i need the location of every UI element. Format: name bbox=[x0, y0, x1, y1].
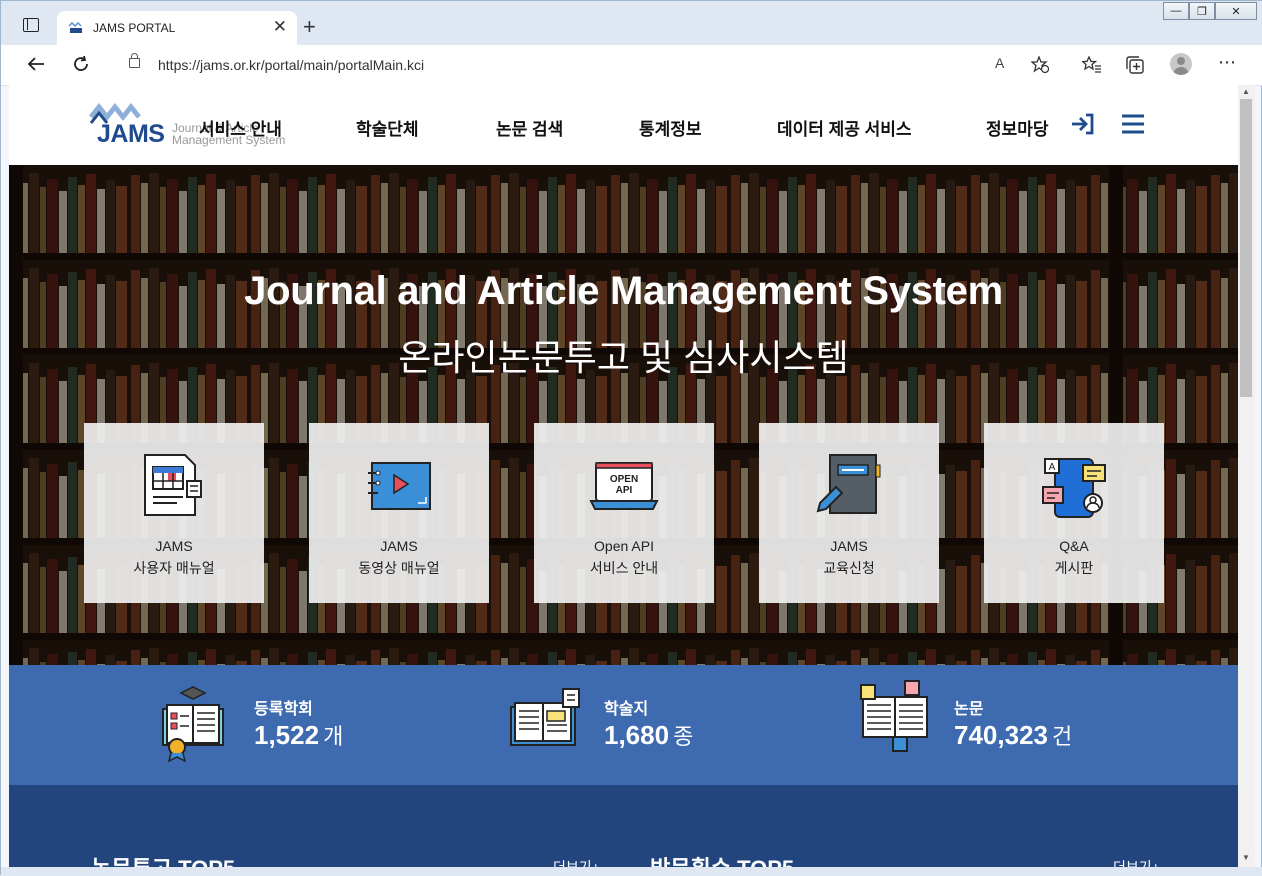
scroll-down-arrow-icon[interactable]: ▼ bbox=[1242, 853, 1250, 862]
card-subtitle: 서비스 안내 bbox=[589, 560, 659, 576]
url-text[interactable]: https://jams.or.kr/portal/main/portalMai… bbox=[158, 57, 424, 73]
tab-bar: JAMS PORTAL ✕ + — ❐ ✕ bbox=[1, 1, 1262, 45]
card-subtitle: 동영상 매뉴얼 bbox=[358, 560, 440, 576]
journal-icon bbox=[510, 688, 580, 746]
card-title: Q&A bbox=[1059, 538, 1089, 554]
browser-tab[interactable]: JAMS PORTAL ✕ bbox=[57, 11, 297, 45]
address-toolbar: https://jams.or.kr/portal/main/portalMai… bbox=[1, 45, 1262, 86]
read-aloud-icon[interactable]: A bbox=[995, 55, 1004, 71]
favorites-icon[interactable] bbox=[1082, 56, 1102, 74]
lock-icon[interactable] bbox=[129, 53, 140, 68]
scrollbar-thumb[interactable] bbox=[1240, 99, 1252, 397]
manual-icon bbox=[144, 454, 202, 516]
card-subtitle: 사용자 매뉴얼 bbox=[133, 560, 215, 576]
nav-paper-search[interactable]: 논문 검색 bbox=[496, 115, 563, 140]
video-icon bbox=[368, 462, 431, 510]
close-window-button[interactable]: ✕ bbox=[1215, 2, 1257, 20]
nav-data-service[interactable]: 데이터 제공 서비스 bbox=[777, 115, 912, 140]
scroll-up-arrow-icon[interactable]: ▲ bbox=[1242, 87, 1250, 96]
stat-label: 논문 bbox=[954, 701, 984, 718]
submission-top5-title: 논문투고 TOP5 bbox=[91, 851, 235, 867]
svg-text:A: A bbox=[1049, 462, 1056, 473]
more-menu-icon[interactable]: ⋯ bbox=[1218, 52, 1236, 73]
logo-text: JAMS bbox=[97, 120, 165, 148]
submission-more-link[interactable]: 더보기+ bbox=[553, 857, 600, 867]
nav-info-board[interactable]: 정보마당 bbox=[986, 115, 1049, 140]
browser-window: JAMS PORTAL ✕ + — ❐ ✕ https://jams.or.kr… bbox=[0, 0, 1262, 876]
stat-value: 740,323 건 bbox=[954, 720, 1073, 750]
open-api-icon: OPEN API bbox=[589, 462, 659, 510]
visit-more-link[interactable]: 더보기+ bbox=[1113, 857, 1160, 867]
back-arrow-icon[interactable] bbox=[27, 56, 45, 72]
login-icon[interactable] bbox=[1070, 113, 1096, 135]
paper-icon bbox=[860, 680, 928, 752]
nav-academic-societies[interactable]: 학술단체 bbox=[356, 115, 419, 140]
nav-service-guide[interactable]: 서비스 안내 bbox=[199, 115, 282, 140]
top5-section: 논문투고 TOP5 더보기+ 방문횟수 TOP5 더보기+ bbox=[9, 785, 1238, 867]
hamburger-menu-icon[interactable] bbox=[1121, 113, 1145, 135]
refresh-icon[interactable] bbox=[72, 55, 90, 73]
card-title: JAMS bbox=[155, 538, 193, 554]
card-title: Open API bbox=[594, 538, 654, 554]
svg-text:OPEN: OPEN bbox=[610, 474, 638, 485]
notebook-pen-icon bbox=[816, 454, 881, 514]
tab-title: JAMS PORTAL bbox=[93, 21, 176, 35]
card-education[interactable]: JAMS 교육신청 bbox=[759, 423, 939, 603]
visit-top5-title: 방문횟수 TOP5 bbox=[650, 851, 794, 867]
stats-strip: 등록학회 1,522 개 학술지 1,680 종 논문 740,323 건 bbox=[9, 665, 1238, 785]
qna-icon: A bbox=[1042, 458, 1106, 518]
tab-actions-icon[interactable] bbox=[23, 18, 39, 32]
card-user-manual[interactable]: JAMS 사용자 매뉴얼 bbox=[84, 423, 264, 603]
minimize-button[interactable]: — bbox=[1163, 2, 1189, 20]
jams-favicon-icon bbox=[68, 22, 82, 33]
tab-close-icon[interactable]: ✕ bbox=[273, 17, 287, 37]
new-tab-button[interactable]: + bbox=[303, 16, 316, 38]
card-subtitle: 게시판 bbox=[1054, 560, 1094, 576]
card-title: JAMS bbox=[830, 538, 868, 554]
card-open-api[interactable]: OPEN API Open API 서비스 안내 bbox=[534, 423, 714, 603]
card-qna[interactable]: A Q&A 게시판 bbox=[984, 423, 1164, 603]
nav-statistics[interactable]: 통계정보 bbox=[639, 115, 702, 140]
card-subtitle: 교육신청 bbox=[823, 560, 875, 576]
svg-text:API: API bbox=[616, 485, 633, 496]
page-scrollbar[interactable]: ▲ ▼ bbox=[1238, 85, 1255, 867]
card-video-manual[interactable]: JAMS 동영상 매뉴얼 bbox=[309, 423, 489, 603]
stat-value: 1,680 종 bbox=[604, 720, 694, 750]
society-icon bbox=[162, 686, 224, 763]
site-header: JAMS Journal & Article Management System… bbox=[9, 85, 1238, 165]
card-title: JAMS bbox=[380, 538, 418, 554]
hero-banner: Journal and Article Management System 온라… bbox=[9, 165, 1238, 665]
collections-icon[interactable] bbox=[1125, 55, 1145, 75]
page-viewport: JAMS Journal & Article Management System… bbox=[9, 85, 1238, 867]
restore-button[interactable]: ❐ bbox=[1189, 2, 1215, 20]
profile-avatar[interactable] bbox=[1170, 53, 1192, 75]
stat-label: 등록학회 bbox=[254, 701, 313, 718]
hero-subtitle: 온라인논문투고 및 심사시스템 bbox=[398, 337, 849, 378]
favorite-star-icon[interactable] bbox=[1031, 56, 1049, 73]
address-bar[interactable]: https://jams.or.kr/portal/main/portalMai… bbox=[109, 50, 1063, 80]
stat-value: 1,522 개 bbox=[254, 720, 344, 750]
stat-label: 학술지 bbox=[604, 701, 649, 718]
hero-title: Journal and Article Management System bbox=[244, 269, 1003, 313]
